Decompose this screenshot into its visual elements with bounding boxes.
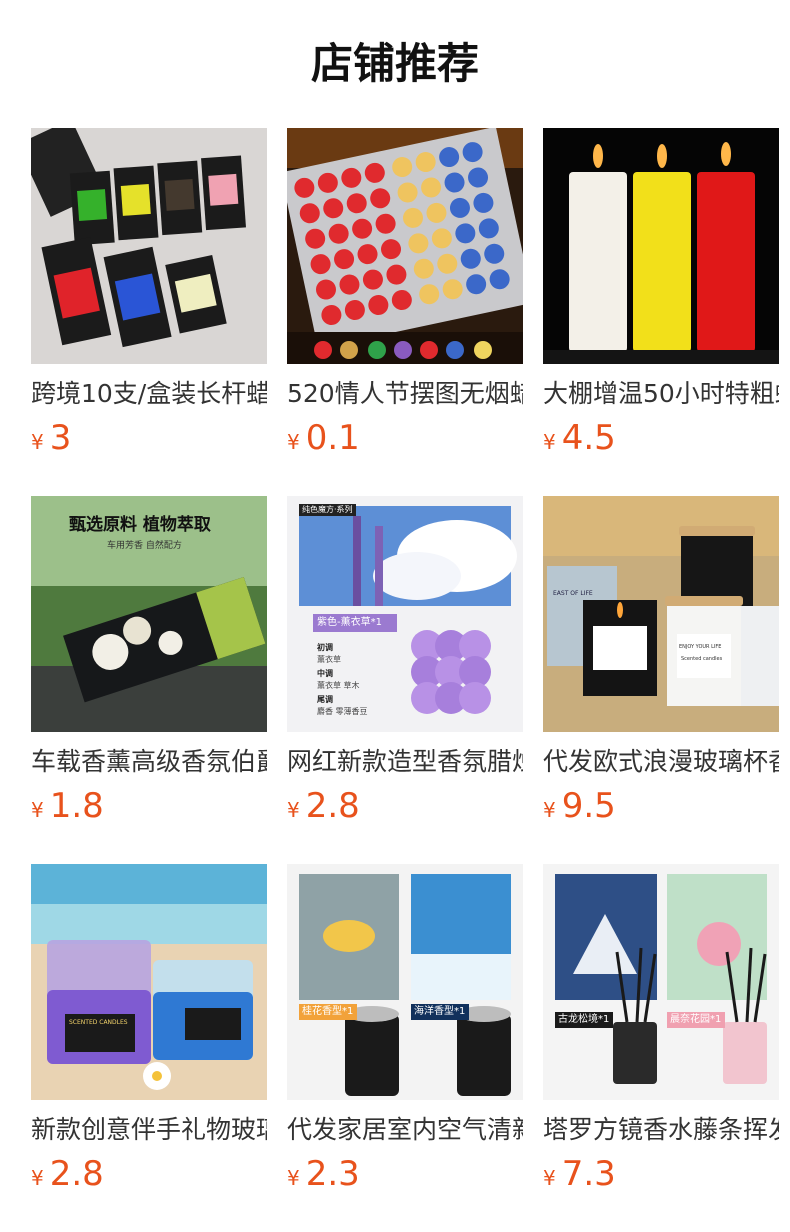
product-price: ¥2.3 [287,1154,523,1194]
image-subline: 车用芳香 自然配方 [107,541,182,551]
product-image-reed-diffusers[interactable]: 古龙松境*1 晨奈花园*1 [543,864,779,1100]
price-value: 4.5 [561,418,616,458]
product-image-glass-jar-candles[interactable]: ENJOY YOUR LIFE Scented candles EAST OF … [543,496,779,732]
product-card[interactable]: ENJOY YOUR LIFE Scented candles EAST OF … [543,496,779,864]
product-name[interactable]: 车载香薰高级香氛伯爵 [31,744,267,780]
price-value: 0.1 [305,418,360,458]
image-scent-tag: 紫色-薰衣草*1 [317,617,382,628]
product-image-car-aroma-box[interactable]: 甄选原料 植物萃取 车用芳香 自然配方 [31,496,267,732]
product-image-lavender-cube-candle[interactable]: 纯色魔方·系列 紫色-薰衣草*1 初调 薰衣草 中调 薰衣草 草木 尾调 麝香 … [287,496,523,732]
product-price: ¥0.1 [287,418,523,458]
product-card[interactable]: 520情人节摆图无烟蜡烛 ¥0.1 [287,128,523,496]
image-jar-text-1: ENJOY YOUR LIFE [679,644,722,650]
product-card[interactable]: 桂花香型*1 海洋香型*1 代发家居室内空气清新剂 ¥2.3 [287,864,523,1232]
product-name[interactable]: 新款创意伴手礼物玻璃杯 [31,1112,267,1148]
product-card[interactable]: 古龙松境*1 晨奈花园*1 塔罗方镜香水藤条挥发 ¥7.3 [543,864,779,1232]
product-price: ¥4.5 [543,418,779,458]
product-card[interactable]: 大棚增温50小时特粗蜡烛 ¥4.5 [543,128,779,496]
product-grid: 跨境10支/盒装长杆蜡烛 ¥3 [31,128,779,1232]
price-value: 7.3 [561,1154,616,1194]
product-price: ¥1.8 [31,786,267,826]
image-scent-right: 晨奈花园*1 [670,1014,722,1025]
image-series-label: 纯色魔方·系列 [299,504,356,516]
product-price: ¥2.8 [31,1154,267,1194]
currency-symbol: ¥ [543,798,556,822]
product-image-air-freshener-cans[interactable]: 桂花香型*1 海洋香型*1 [287,864,523,1100]
product-image-beach-scented-candles[interactable]: SCENTED CANDLES [31,864,267,1100]
currency-symbol: ¥ [543,430,556,454]
product-price: ¥3 [31,418,267,458]
image-jar-text-2: Scented candles [681,656,723,662]
currency-symbol: ¥ [287,430,300,454]
product-name[interactable]: 跨境10支/盒装长杆蜡烛 [31,376,267,412]
currency-symbol: ¥ [543,1166,556,1190]
product-card[interactable]: SCENTED CANDLES 新款创意伴手礼物玻璃杯 ¥2.8 [31,864,267,1232]
product-name[interactable]: 代发欧式浪漫玻璃杯香薰 [543,744,779,780]
price-value: 3 [49,418,72,458]
product-card[interactable]: 纯色魔方·系列 紫色-薰衣草*1 初调 薰衣草 中调 薰衣草 草木 尾调 麝香 … [287,496,523,864]
currency-symbol: ¥ [31,430,44,454]
currency-symbol: ¥ [31,798,44,822]
product-name[interactable]: 塔罗方镜香水藤条挥发 [543,1112,779,1148]
product-name[interactable]: 网红新款造型香氛腊烛 [287,744,523,780]
product-price: ¥2.8 [287,786,523,826]
currency-symbol: ¥ [31,1166,44,1190]
image-scent-left: 桂花香型*1 [302,1006,354,1017]
currency-symbol: ¥ [287,1166,300,1190]
price-value: 9.5 [561,786,616,826]
product-image-boxed-taper-candles[interactable] [31,128,267,364]
product-card[interactable]: 甄选原料 植物萃取 车用芳香 自然配方 车载香薰高级香氛伯爵 ¥1.8 [31,496,267,864]
image-note-4: 薰衣草 草木 [317,681,360,690]
image-scent-left: 古龙松境*1 [558,1014,610,1025]
image-headline: 甄选原料 植物萃取 [69,515,211,535]
image-box-text: EAST OF LIFE [553,590,593,597]
price-value: 2.3 [305,1154,360,1194]
product-image-pillar-candles[interactable] [543,128,779,364]
product-name[interactable]: 大棚增温50小时特粗蜡烛 [543,376,779,412]
product-price: ¥7.3 [543,1154,779,1194]
section-title: 店铺推荐 [310,39,479,88]
currency-symbol: ¥ [287,798,300,822]
product-card[interactable]: 跨境10支/盒装长杆蜡烛 ¥3 [31,128,267,496]
image-note-1: 初调 [317,643,333,652]
image-candle-label: SCENTED CANDLES [69,1019,128,1026]
price-value: 2.8 [305,786,360,826]
image-note-3: 中调 [317,669,333,678]
product-image-tealight-candles[interactable] [287,128,523,364]
product-name[interactable]: 520情人节摆图无烟蜡烛 [287,376,523,412]
image-scent-right: 海洋香型*1 [414,1006,466,1017]
image-note-2: 薰衣草 [317,655,341,664]
recommendation-page: 店铺推荐 跨境10支/盒装长杆蜡 ¥ 3 520情人节摆图无烟蜡 ¥ 0.1 大… [0,0,790,1232]
price-value: 1.8 [49,786,104,826]
price-value: 2.8 [49,1154,104,1194]
image-note-6: 麝香 零薄香豆 [317,707,368,716]
image-note-5: 尾调 [317,695,333,704]
product-price: ¥9.5 [543,786,779,826]
product-name[interactable]: 代发家居室内空气清新剂 [287,1112,523,1148]
